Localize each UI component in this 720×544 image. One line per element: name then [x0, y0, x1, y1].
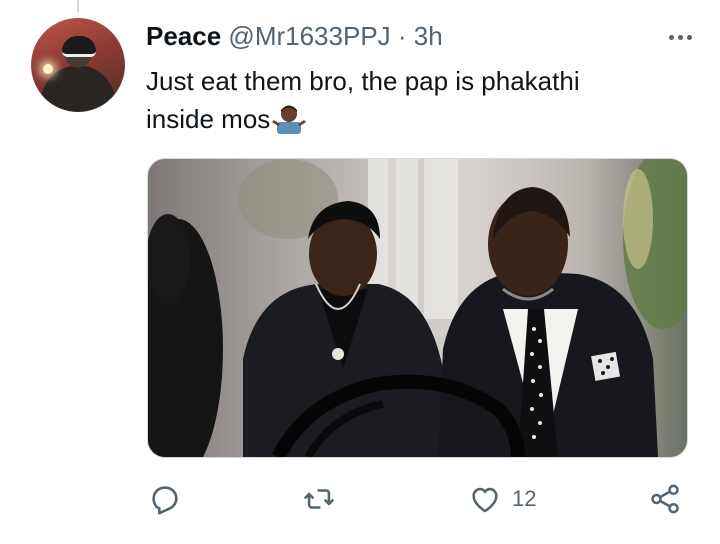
avatar[interactable]: [31, 18, 125, 112]
share-icon: [651, 484, 679, 514]
man-shrugging-emoji-icon: [272, 105, 307, 134]
tweet-header: Peace @Mr1633PPJ · 3h: [146, 20, 443, 52]
like-button[interactable]: 12: [468, 472, 536, 526]
tweet-media-image[interactable]: [147, 158, 688, 458]
separator-dot: ·: [397, 21, 407, 51]
reply-button[interactable]: [148, 472, 182, 526]
reply-icon: [152, 486, 178, 515]
author-handle[interactable]: @Mr1633PPJ: [228, 21, 390, 51]
tweet-text-line-2: inside mos: [146, 100, 666, 138]
tweet-time[interactable]: 3h: [414, 21, 443, 51]
author-name[interactable]: Peace: [146, 21, 221, 51]
retweet-button[interactable]: [302, 472, 336, 526]
more-dot: [686, 34, 692, 40]
tweet-text-line-1: Just eat them bro, the pap is phakathi: [146, 66, 580, 96]
photo-scene: [148, 159, 687, 457]
tweet-actions-bar: 12: [140, 472, 700, 526]
tweet-text: Just eat them bro, the pap is phakathi i…: [146, 62, 666, 138]
like-count: 12: [512, 486, 537, 511]
avatar-light: [43, 64, 53, 74]
heart-icon: [472, 487, 498, 513]
share-button[interactable]: [648, 472, 682, 526]
more-dot: [668, 34, 674, 40]
tweet-text-line-2-text: inside mos: [146, 104, 271, 134]
avatar-cap: [62, 36, 96, 57]
thread-connector-line: [77, 0, 79, 12]
more-dot: [677, 34, 683, 40]
retweet-icon: [303, 489, 335, 509]
more-options-icon[interactable]: [660, 26, 700, 48]
